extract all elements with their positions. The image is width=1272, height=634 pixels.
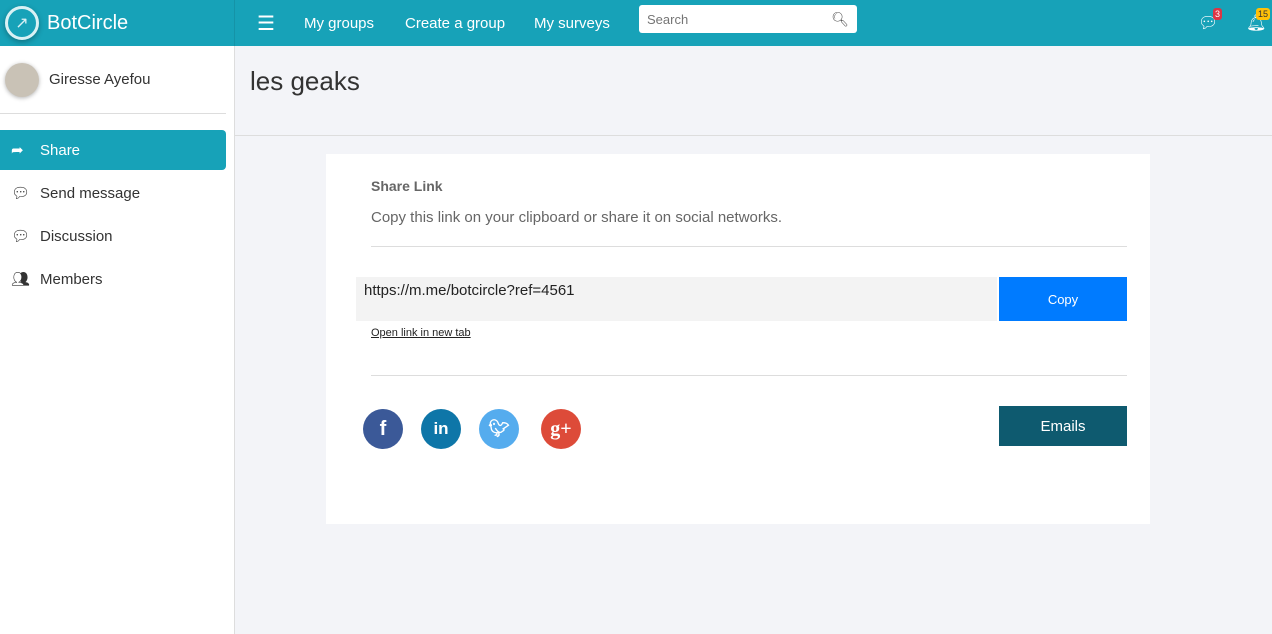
messages-icon[interactable]: 💬︎ [1198,0,1218,46]
sidebar-item-label: Members [40,270,103,288]
page-title: les geaks [250,66,360,96]
divider [235,135,1272,136]
share-card: Share Link Copy this link on your clipbo… [326,154,1150,524]
user-profile[interactable]: Giresse Ayefou [0,46,226,114]
comments-icon: 💬︎ [11,228,31,245]
emails-button[interactable]: Emails [999,406,1127,446]
messages-badge: 3 [1213,8,1223,20]
user-name: Giresse Ayefou [49,71,151,88]
share-description: Copy this link on your clipboard or shar… [371,209,783,226]
share-heading: Share Link [371,178,443,194]
linkedin-icon[interactable]: in [421,409,461,449]
top-bar: ↗ BotCircle ☰ My groups Create a group My… [0,0,1272,46]
sidebar-item-send-message[interactable]: 💬︎ Send message [0,173,226,213]
google-plus-icon[interactable]: g+ [541,409,581,449]
share-icon: ➦ [11,142,24,159]
nav-my-surveys[interactable]: My surveys [534,0,610,46]
notifications-bell-icon[interactable]: 🔔︎ [1246,0,1266,46]
sidebar-item-label: Share [40,141,81,159]
sidebar-item-discussion[interactable]: 💬︎ Discussion [0,216,226,256]
hamburger-menu-icon[interactable]: ☰ [257,0,275,46]
sidebar-item-members[interactable]: 👥︎ Members [0,259,226,299]
open-link-new-tab[interactable]: Open link in new tab [371,327,471,339]
nav-create-group[interactable]: Create a group [405,0,505,46]
search-icon[interactable]: 🔍︎ [831,11,849,28]
divider [371,375,1127,376]
facebook-icon[interactable]: f [363,409,403,449]
sidebar-item-label: Discussion [40,227,113,245]
share-link-textarea[interactable]: https://m.me/botcircle?ref=4561 [356,277,997,321]
search-input[interactable] [647,11,832,27]
nav-my-groups[interactable]: My groups [304,0,374,46]
comments-icon: 💬︎ [11,185,31,202]
copy-button[interactable]: Copy [999,277,1127,321]
twitter-icon[interactable]: 🐦︎ [479,409,519,449]
search-box: 🔍︎ [639,5,857,33]
brand[interactable]: ↗ BotCircle [0,0,235,46]
avatar [5,62,39,97]
notifications-badge: 15 [1256,8,1271,20]
sidebar: Giresse Ayefou ➦ Share 💬︎ Send message 💬︎ D… [0,46,235,634]
sidebar-item-label: Send message [40,184,141,202]
logo-icon: ↗ [5,6,39,40]
divider [371,246,1127,247]
sidebar-item-share[interactable]: ➦ Share [0,130,226,170]
users-icon: 👥︎ [11,271,31,288]
brand-name: BotCircle [47,11,129,34]
